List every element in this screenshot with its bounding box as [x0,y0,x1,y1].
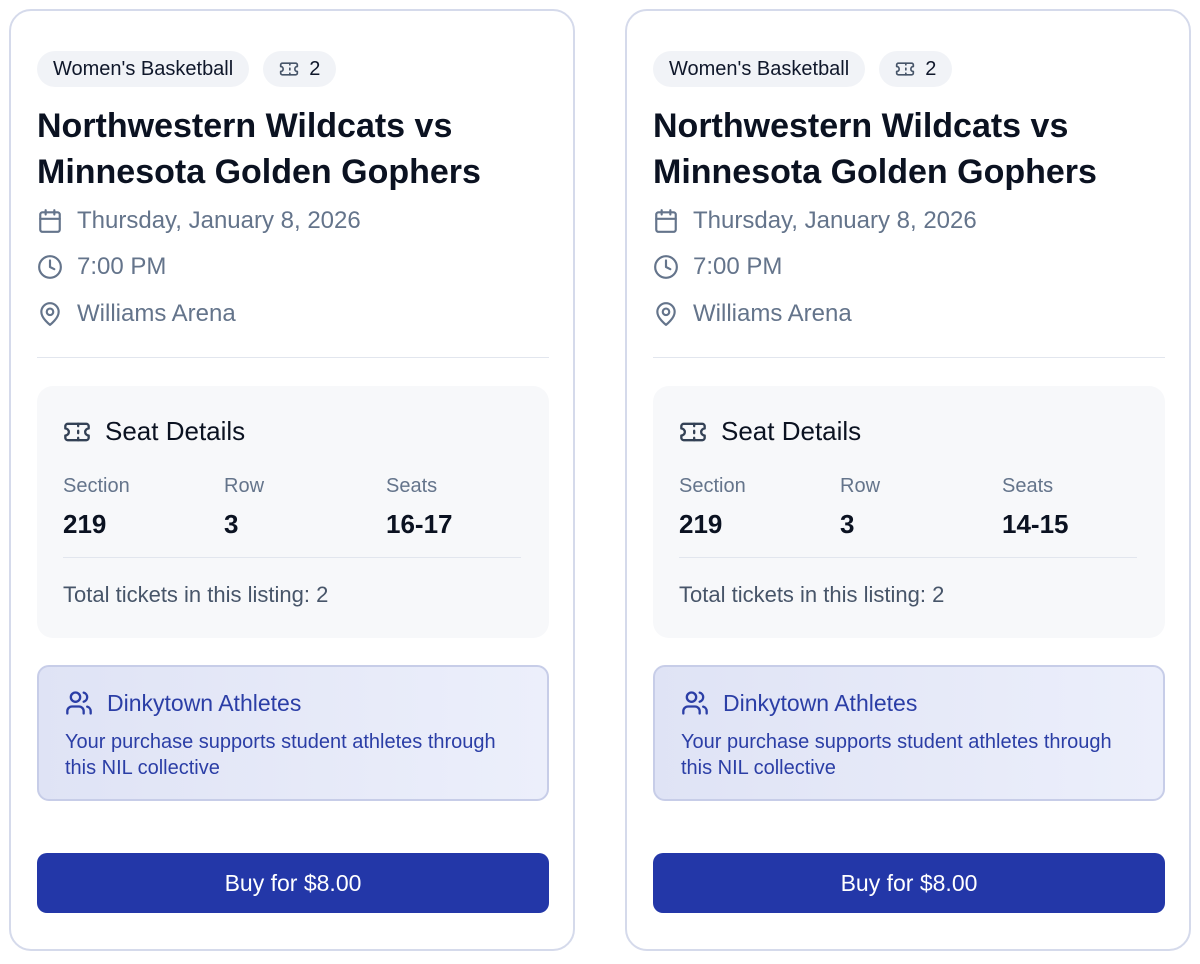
map-pin-icon [656,302,676,326]
nil-collective-panel: Dinkytown Athletes Your purchase support… [37,665,549,801]
row-field: Row 3 [840,474,880,544]
category-label: Women's Basketball [53,58,234,80]
section-value: 219 [63,509,107,539]
seats-field: Seats 14-15 [1002,474,1069,544]
seat-details-title: Seat Details [105,416,246,446]
collective-name: Dinkytown Athletes [723,689,918,716]
ticket-icon [680,422,706,441]
divider [653,357,1165,358]
map-pin-icon [40,302,60,326]
ticket-count-badge: 2 [263,51,337,87]
seat-details-heading: Seat Details [679,416,861,447]
section-label: Section [63,475,130,497]
event-date: Thursday, January 8, 2026 [653,207,977,235]
collective-heading: Dinkytown Athletes [65,689,301,717]
seats-value: 14-15 [1002,509,1069,539]
tag-row: Women's Basketball 2 [37,51,337,87]
clock-icon [38,255,62,279]
row-value: 3 [840,509,855,539]
calendar-icon [39,209,61,233]
section-value: 219 [679,509,723,539]
section-label: Section [679,475,746,497]
event-venue: Williams Arena [37,300,236,328]
collective-heading: Dinkytown Athletes [681,689,917,717]
venue-text: Williams Arena [77,300,236,327]
event-title: Northwestern Wildcats vs Minnesota Golde… [37,107,481,191]
venue-text: Williams Arena [693,300,852,327]
seat-details-heading: Seat Details [63,416,245,447]
clock-icon [654,255,678,279]
buy-button[interactable]: Buy for $8.00 [653,853,1165,913]
seat-details-panel: Seat Details Section 219 Row 3 Seats 16-… [37,386,549,638]
seat-details-title: Seat Details [721,416,862,446]
collective-name: Dinkytown Athletes [107,689,302,716]
users-icon [682,691,708,715]
collective-description: Your purchase supports student athletes … [65,731,496,779]
ticket-count: 2 [925,58,937,80]
divider [679,557,1137,558]
ticket-listing-card: Women's Basketball 2 Northwestern Wildca… [625,9,1191,951]
date-text: Thursday, January 8, 2026 [693,207,977,234]
seats-value: 16-17 [386,509,453,539]
ticket-icon [64,422,90,441]
calendar-icon [655,209,677,233]
buy-button[interactable]: Buy for $8.00 [37,853,549,913]
row-value: 3 [224,509,239,539]
category-label: Women's Basketball [669,58,850,80]
seats-field: Seats 16-17 [386,474,453,544]
tag-row: Women's Basketball 2 [653,51,953,87]
ticket-listing-card: Women's Basketball 2 Northwestern Wildca… [9,9,575,951]
divider [63,557,521,558]
divider [37,357,549,358]
collective-description: Your purchase supports student athletes … [681,731,1112,779]
event-title: Northwestern Wildcats vs Minnesota Golde… [653,107,1097,191]
event-time: 7:00 PM [653,253,782,281]
total-tickets-text: Total tickets in this listing: 2 [679,582,945,607]
time-text: 7:00 PM [693,253,783,280]
seat-details-panel: Seat Details Section 219 Row 3 Seats 14-… [653,386,1165,638]
row-label: Row [224,475,265,497]
event-time: 7:00 PM [37,253,166,281]
nil-collective-panel: Dinkytown Athletes Your purchase support… [653,665,1165,801]
users-icon [66,691,92,715]
event-venue: Williams Arena [653,300,852,328]
section-field: Section 219 [63,474,130,544]
ticket-count: 2 [309,58,321,80]
seats-label: Seats [1002,475,1054,497]
row-field: Row 3 [224,474,264,544]
ticket-icon [280,62,299,76]
ticket-icon [896,62,915,76]
total-tickets-text: Total tickets in this listing: 2 [63,582,329,607]
section-field: Section 219 [679,474,746,544]
event-date: Thursday, January 8, 2026 [37,207,361,235]
time-text: 7:00 PM [77,253,167,280]
category-badge: Women's Basketball [37,51,250,87]
ticket-count-badge: 2 [879,51,953,87]
date-text: Thursday, January 8, 2026 [77,207,361,234]
row-label: Row [840,475,881,497]
seats-label: Seats [386,475,438,497]
category-badge: Women's Basketball [653,51,866,87]
